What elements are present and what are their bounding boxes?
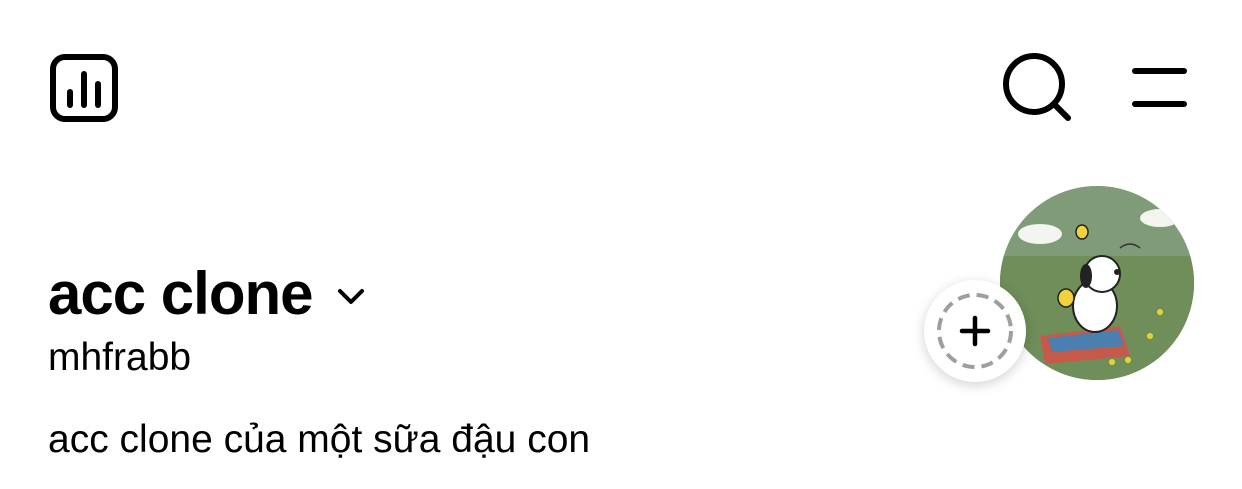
plus-icon bbox=[937, 293, 1013, 369]
search-button[interactable] bbox=[1000, 52, 1076, 124]
top-bar bbox=[0, 0, 1242, 170]
username: mhfrabb bbox=[48, 336, 192, 379]
profile-header: acc clone mhfrabb acc clone của một sữa … bbox=[0, 170, 1242, 489]
insights-icon bbox=[50, 54, 118, 122]
account-switcher[interactable]: acc clone bbox=[48, 258, 367, 330]
bio-text: acc clone của một sữa đậu con bbox=[48, 418, 591, 461]
add-note-button[interactable] bbox=[924, 280, 1026, 382]
chevron-down-icon[interactable] bbox=[335, 280, 367, 312]
avatar[interactable] bbox=[1000, 186, 1194, 380]
search-icon bbox=[1003, 53, 1071, 121]
snoopy-picnic-avatar bbox=[1000, 186, 1194, 380]
display-name: acc clone bbox=[48, 260, 313, 327]
menu-icon bbox=[1132, 68, 1187, 107]
menu-button[interactable] bbox=[1126, 62, 1190, 114]
insights-button[interactable] bbox=[48, 52, 120, 124]
